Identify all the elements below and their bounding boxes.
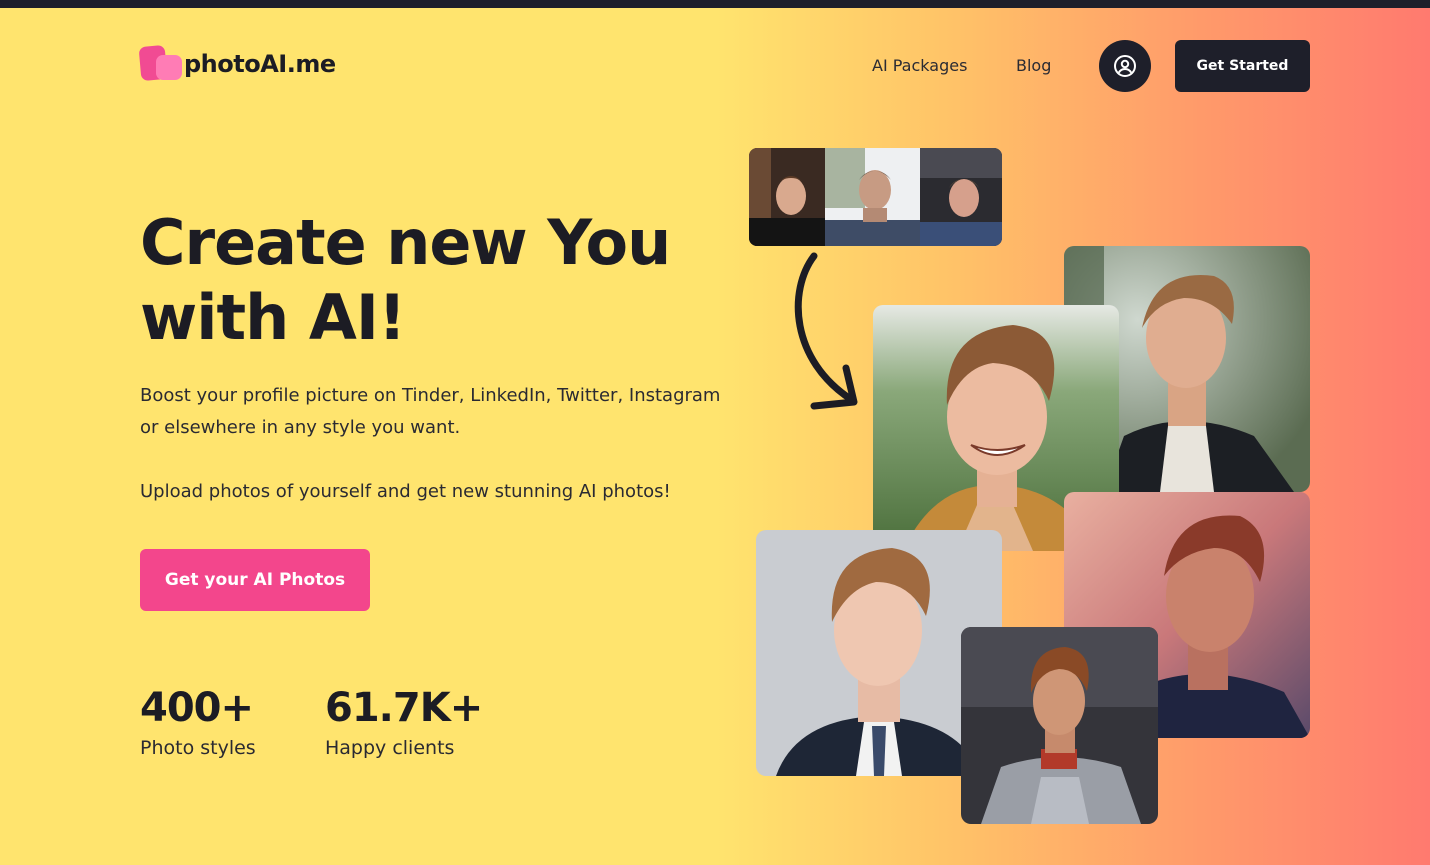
stat-value: 400+: [140, 685, 254, 731]
hero-subdescription: Upload photos of yourself and get new st…: [140, 481, 671, 502]
stat-value: 61.7K+: [325, 685, 483, 731]
hero-description: Boost your profile picture on Tinder, Li…: [140, 385, 721, 438]
hero-title-line-2: with AI!: [140, 281, 406, 354]
nav-ai-packages[interactable]: AI Packages: [872, 56, 967, 75]
stat-photo-styles: 400+ Photo styles: [140, 682, 256, 762]
stat-label: Photo styles: [140, 737, 256, 759]
stat-label: Happy clients: [325, 737, 455, 759]
stat-happy-clients: 61.7K+ Happy clients: [325, 682, 483, 762]
input-selfie-1: [749, 148, 829, 246]
get-started-button[interactable]: Get Started: [1175, 40, 1310, 92]
nav-blog[interactable]: Blog: [1016, 56, 1051, 75]
hero-title-line-1: Create new You: [140, 206, 671, 279]
input-selfie-2: [825, 148, 925, 246]
hero-title: Create new You with AI!: [140, 205, 740, 355]
top-strip: [0, 0, 1430, 8]
logo-mark-icon: [138, 44, 182, 82]
user-circle-icon: [1114, 55, 1136, 77]
ai-photo-knight-portrait: [961, 627, 1158, 824]
account-button[interactable]: [1099, 40, 1151, 92]
get-ai-photos-button[interactable]: Get your AI Photos: [140, 549, 370, 611]
logo-text: photoAI.me: [184, 50, 336, 78]
logo[interactable]: photoAI.me: [138, 44, 336, 82]
curved-arrow-down-right-icon: [794, 252, 858, 410]
input-selfie-3: [920, 148, 1002, 246]
